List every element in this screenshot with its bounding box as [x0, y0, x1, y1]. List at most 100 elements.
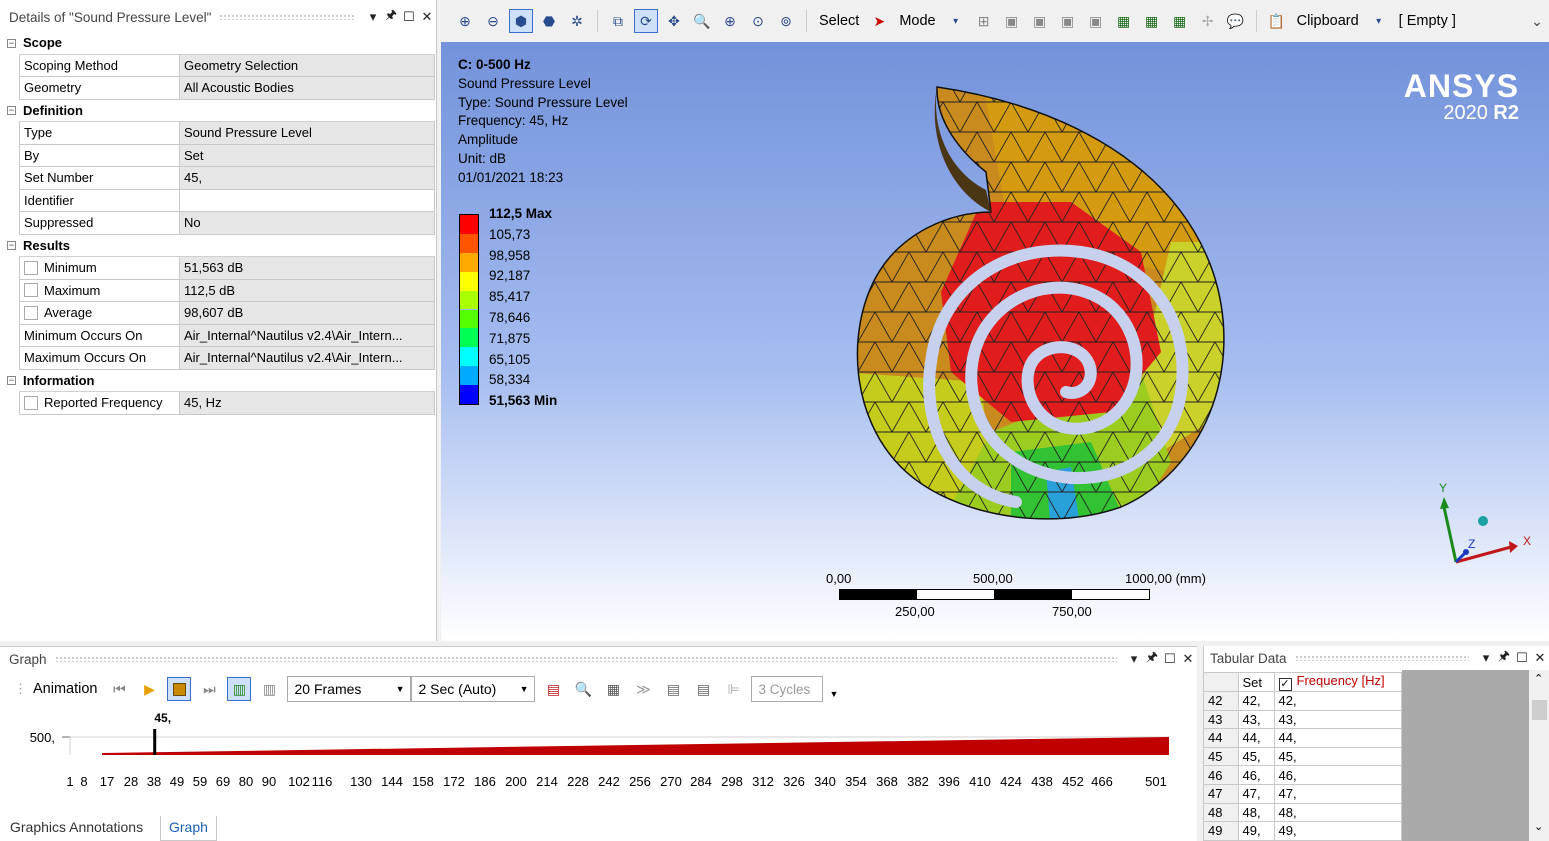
- property-row[interactable]: Set Number 45,: [4, 167, 435, 190]
- drag-grip[interactable]: [219, 14, 356, 20]
- scroll-thumb[interactable]: [1532, 700, 1547, 720]
- table-icon[interactable]: ▤: [661, 677, 685, 701]
- rotate-icon[interactable]: ⟳: [634, 9, 658, 33]
- set-cell[interactable]: 46,: [1237, 765, 1275, 785]
- parameter-checkbox[interactable]: [24, 305, 38, 320]
- settings-view-icon[interactable]: ✲: [565, 9, 589, 33]
- stop-icon[interactable]: [167, 677, 192, 701]
- property-value[interactable]: 98,607 dB: [180, 302, 435, 325]
- row-number[interactable]: 46: [1204, 765, 1239, 785]
- maximize-icon[interactable]: ☐: [1513, 649, 1531, 667]
- select-edge-icon[interactable]: ▣: [1028, 9, 1052, 33]
- row-number[interactable]: 47: [1204, 783, 1239, 804]
- export-video-icon[interactable]: ▤: [541, 677, 565, 701]
- row-number[interactable]: 48: [1204, 802, 1239, 823]
- parameter-checkbox[interactable]: [24, 395, 38, 410]
- zoom-graph-icon[interactable]: 🔍: [571, 677, 595, 701]
- table-row[interactable]: 47 47, 47,: [1204, 783, 1402, 804]
- zoom-out-icon[interactable]: ⊖: [481, 9, 505, 33]
- category-results[interactable]: − Results: [4, 235, 435, 258]
- property-value[interactable]: 112,5 dB: [180, 279, 435, 302]
- maximize-icon[interactable]: ☐: [400, 8, 418, 26]
- parameter-checkbox[interactable]: [24, 283, 38, 298]
- row-number[interactable]: 49: [1204, 821, 1239, 841]
- property-value[interactable]: All Acoustic Bodies: [180, 77, 435, 100]
- row-number[interactable]: 42: [1204, 691, 1239, 711]
- drag-grip[interactable]: [1294, 655, 1469, 661]
- property-value[interactable]: 45, Hz: [180, 392, 435, 415]
- set-cell[interactable]: 47,: [1237, 783, 1275, 804]
- parameter-checkbox[interactable]: [24, 260, 38, 275]
- coordinate-icon[interactable]: ✢: [1196, 9, 1220, 33]
- frequency-cell[interactable]: 46,: [1273, 765, 1402, 785]
- frequency-cell[interactable]: 43,: [1273, 709, 1402, 730]
- property-row[interactable]: Identifier: [4, 189, 435, 212]
- zoom-icon[interactable]: 🔍: [690, 9, 714, 33]
- pan-icon[interactable]: ✥: [662, 9, 686, 33]
- set-cell[interactable]: 49,: [1237, 821, 1275, 841]
- pin-icon[interactable]: 🖈: [1495, 648, 1513, 667]
- drag-grip[interactable]: [54, 656, 1117, 662]
- table-row[interactable]: 48 48, 48,: [1204, 802, 1402, 823]
- mode-chevron-icon[interactable]: ▾: [944, 9, 968, 33]
- checkbox-icon[interactable]: ✓: [1278, 678, 1292, 691]
- collapse-icon[interactable]: −: [4, 235, 19, 258]
- collapse-icon[interactable]: −: [4, 100, 19, 123]
- clipboard-icon[interactable]: 📋: [1265, 9, 1289, 33]
- cycles-icon[interactable]: ⊫: [721, 677, 745, 701]
- select-button[interactable]: Select: [815, 13, 863, 29]
- property-value[interactable]: 45,: [180, 167, 435, 190]
- row-number[interactable]: 44: [1204, 728, 1239, 748]
- property-value[interactable]: [180, 189, 435, 212]
- distributed-icon[interactable]: ▥: [227, 677, 252, 701]
- property-row[interactable]: Geometry All Acoustic Bodies: [4, 77, 435, 100]
- mode-dropdown[interactable]: Mode: [895, 13, 939, 29]
- cycles-input[interactable]: 3 Cycles: [751, 676, 824, 702]
- previous-frame-icon[interactable]: ⏮: [107, 677, 131, 701]
- tab-graphics-annotations[interactable]: Graphics Annotations: [2, 816, 151, 841]
- toolbar-overflow-icon[interactable]: ⌄: [1525, 9, 1549, 33]
- solid-view-icon[interactable]: ⬢: [509, 9, 533, 33]
- result-sets-icon[interactable]: ▥: [257, 677, 281, 701]
- zoom-window-icon[interactable]: ⊚: [774, 9, 798, 33]
- table-alt-icon[interactable]: ▤: [691, 677, 715, 701]
- tab-graph[interactable]: Graph: [160, 816, 217, 841]
- property-row[interactable]: Maximum Occurs On Air_Internal^Nautilus v…: [4, 347, 435, 370]
- clipboard-chevron-icon[interactable]: ▾: [1367, 9, 1391, 33]
- box-select-icon[interactable]: ⧉: [606, 9, 630, 33]
- zoom-fit-icon[interactable]: ⊙: [746, 9, 770, 33]
- table-row[interactable]: 44 44, 44,: [1204, 728, 1402, 748]
- duration-select[interactable]: 2 Sec (Auto) ▼: [411, 676, 536, 702]
- set-cell[interactable]: 42,: [1237, 691, 1275, 711]
- scroll-up-icon[interactable]: ⌃: [1534, 672, 1543, 685]
- wireframe-icon[interactable]: ⬣: [537, 9, 561, 33]
- cycles-chevron-icon[interactable]: ▼: [829, 689, 838, 699]
- table-row[interactable]: 45 45, 45,: [1204, 746, 1402, 767]
- set-cell[interactable]: 43,: [1237, 709, 1275, 730]
- graphics-viewport[interactable]: C: 0-500 Hz Sound Pressure Level Type: So…: [441, 42, 1549, 641]
- row-number[interactable]: 45: [1204, 746, 1239, 767]
- property-row[interactable]: By Set: [4, 144, 435, 167]
- select-mesh-icon[interactable]: ⊞: [972, 9, 996, 33]
- table-row[interactable]: 49 49, 49,: [1204, 821, 1402, 841]
- clipboard-dropdown[interactable]: Clipboard: [1293, 13, 1363, 29]
- property-row[interactable]: Suppressed No: [4, 212, 435, 235]
- property-value[interactable]: Air_Internal^Nautilus v2.4\Air_Intern...: [180, 347, 435, 370]
- close-icon[interactable]: ✕: [1179, 650, 1197, 668]
- property-value[interactable]: No: [180, 212, 435, 235]
- close-icon[interactable]: ✕: [418, 8, 436, 26]
- select-body-icon[interactable]: ▣: [1084, 9, 1108, 33]
- frequency-cell[interactable]: 44,: [1273, 728, 1402, 748]
- dropdown-icon[interactable]: ▾: [1477, 649, 1495, 667]
- zoom-in-icon[interactable]: ⊕: [453, 9, 477, 33]
- vertical-scrollbar[interactable]: ⌃ ⌄: [1529, 670, 1549, 841]
- frequency-graph[interactable]: 500, 45, 1 8 17 28 38 49 59 69 80 90 102 116 130 144 1…: [0, 707, 1197, 827]
- property-value[interactable]: Geometry Selection: [180, 54, 435, 77]
- property-row[interactable]: Scoping Method Geometry Selection: [4, 54, 435, 77]
- pan-graph-icon[interactable]: ≫: [631, 677, 655, 701]
- property-value[interactable]: Set: [180, 144, 435, 167]
- property-row[interactable]: Average 98,607 dB: [4, 302, 435, 325]
- zoom-box-icon[interactable]: ⊕: [718, 9, 742, 33]
- play-icon[interactable]: ▶: [137, 677, 161, 701]
- extend-icon[interactable]: ▦: [1112, 9, 1136, 33]
